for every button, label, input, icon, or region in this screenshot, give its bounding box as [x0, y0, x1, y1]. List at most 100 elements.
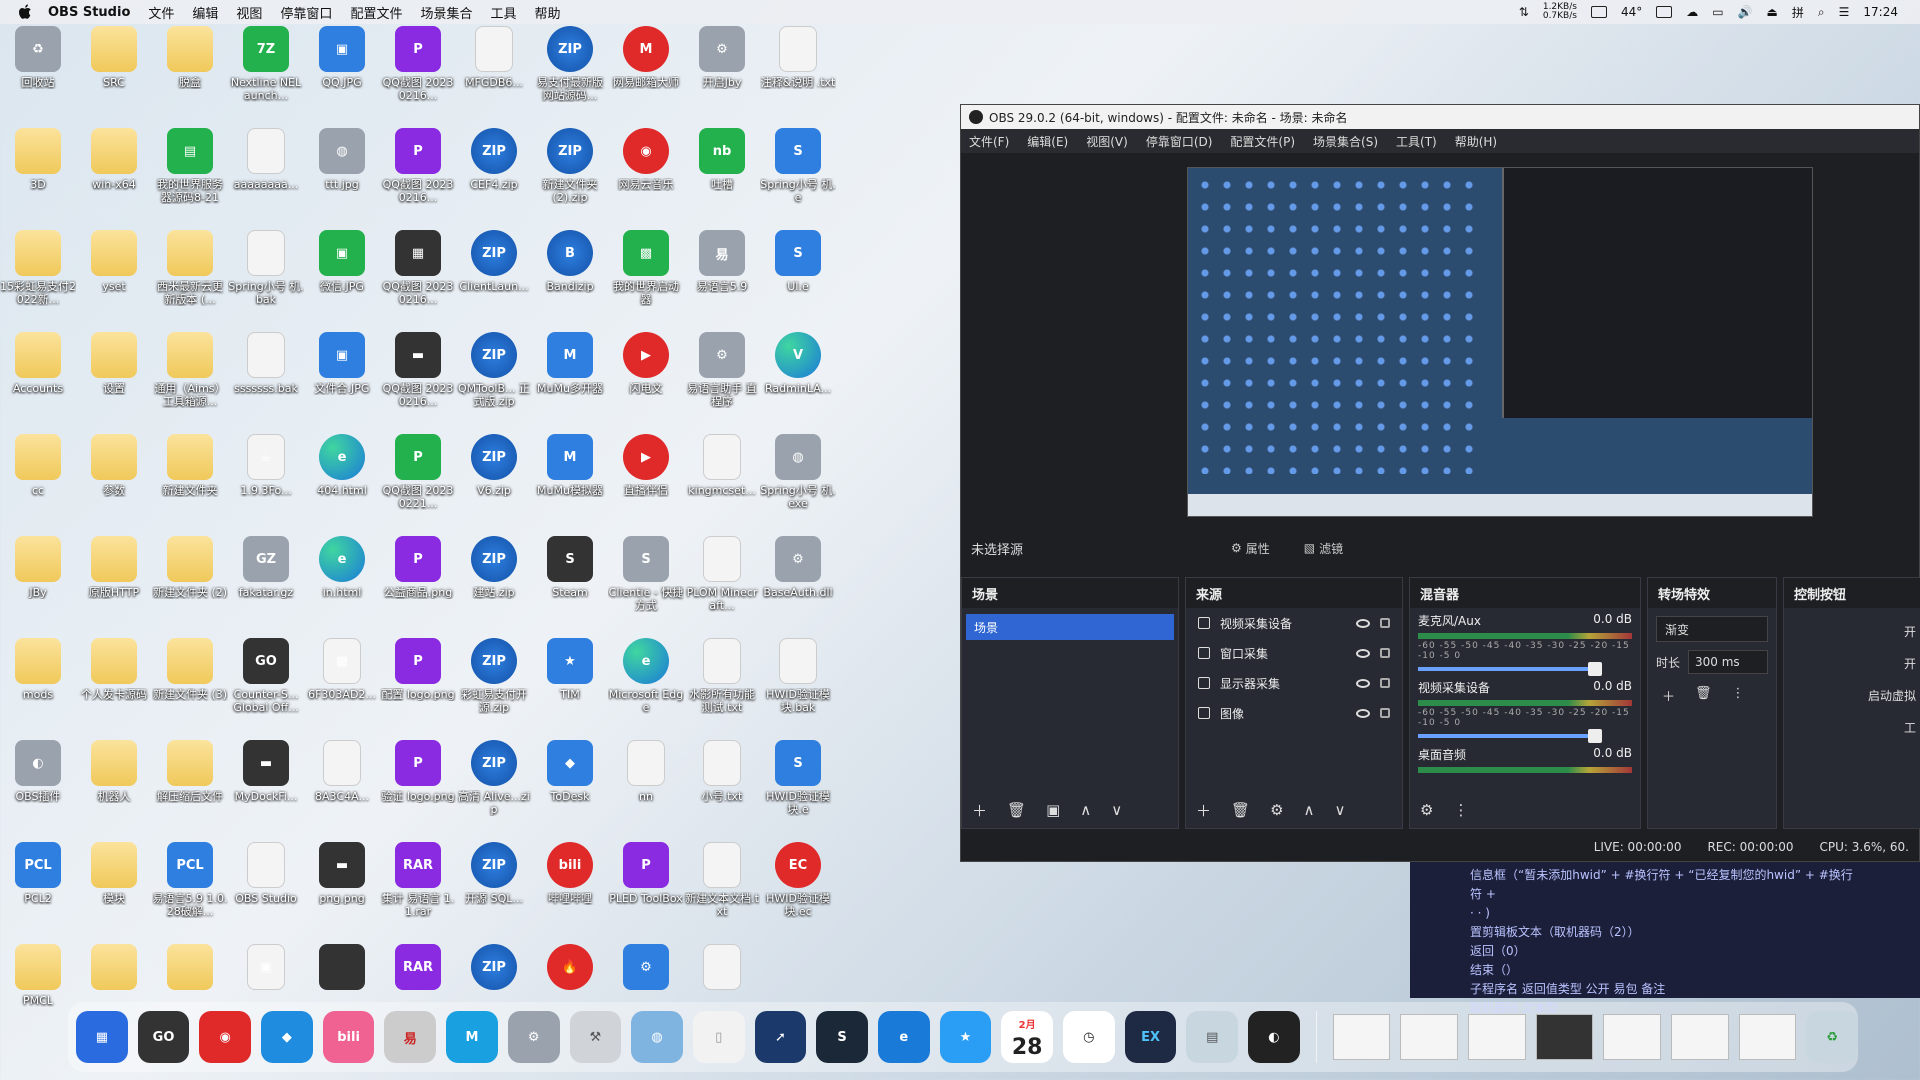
desktop-icon[interactable]: nb 吐槽 [684, 128, 760, 228]
mumu-icon[interactable]: M [446, 1011, 498, 1063]
minimized-window-thumbnail[interactable] [1400, 1014, 1459, 1060]
menu-file[interactable]: 文件 [148, 3, 174, 22]
minimized-window-thumbnail[interactable] [1671, 1014, 1729, 1060]
move-up-icon[interactable]: ∧ [1304, 801, 1315, 819]
obs-menu-tools[interactable]: 工具(T) [1396, 133, 1437, 150]
desktop-icon[interactable]: P PLED ToolBox [608, 842, 684, 942]
desktop-icon[interactable]: 新建文件夹 (2) [152, 536, 228, 636]
desktop-icon[interactable]: ▬ MyDockFi... [228, 740, 304, 840]
desktop-icon[interactable]: ◆ ToDesk [532, 740, 608, 840]
desktop-icon[interactable]: 水影所有功能测试.txt [684, 638, 760, 738]
add-source-icon[interactable]: ＋ [1196, 800, 1211, 821]
csgo-icon[interactable]: GO [137, 1011, 190, 1063]
eject-icon[interactable]: ⏏ [1767, 5, 1778, 19]
todesk-icon[interactable]: ◆ [261, 1011, 313, 1063]
desktop-icon[interactable]: e in.html [304, 536, 380, 636]
desktop-icon[interactable]: ZIP 彩虹易支付开源.zip [456, 638, 532, 738]
duration-input[interactable]: 300 ms [1688, 650, 1768, 674]
desktop-icon[interactable]: e Microsoft Edge [608, 638, 684, 738]
desktop-icon[interactable]: 西米最新云更新版本 (... [152, 230, 228, 330]
e-lang-icon[interactable]: 易 [384, 1011, 437, 1063]
desktop-icon[interactable]: 注释&说明 .txt [760, 26, 836, 126]
desktop-icon[interactable]: 通用（Aims）工具箱源... [152, 332, 228, 432]
move-down-icon[interactable]: ∨ [1335, 801, 1346, 819]
move-up-icon[interactable]: ∧ [1080, 801, 1091, 819]
desktop-icon[interactable]: ZIP 开源 SQL... [456, 842, 532, 942]
desktop-icon[interactable]: ZIP 新建文件夹 (2).zip [532, 128, 608, 228]
desktop-icon[interactable]: mods [0, 638, 76, 738]
desktop-icon[interactable]: PCL 易语言5.9 1.0.28破解... [152, 842, 228, 942]
blank-doc-icon[interactable]: ▯ [692, 1011, 745, 1063]
source-item-window-capture[interactable]: 窗口采集 [1186, 638, 1402, 668]
obs-menu-profile[interactable]: 配置文件(P) [1230, 133, 1295, 150]
desktop-icon[interactable]: ♻ 回收站 [0, 26, 76, 126]
desktop-icon[interactable]: PLOM Minecraft... [684, 536, 760, 636]
desktop-icon[interactable]: ☕ 1.9.3Fo... [228, 434, 304, 534]
preview-icon[interactable]: ◍ [631, 1011, 683, 1063]
desktop-icon[interactable]: ▶ 闪电文 [608, 332, 684, 432]
source-item-image[interactable]: 图像 [1186, 698, 1402, 728]
lock-icon[interactable] [1380, 618, 1390, 628]
netease-music-icon[interactable]: ◉ [199, 1011, 252, 1063]
visibility-eye-icon[interactable] [1356, 648, 1370, 658]
desktop-icon[interactable]: ▣ 微信.JPG [304, 230, 380, 330]
cloud-icon[interactable]: ☁ [1686, 5, 1698, 19]
desktop-icon[interactable]: Spring小号 机.bak [228, 230, 304, 330]
desktop-icon[interactable]: ZIP 建站.zip [456, 536, 532, 636]
desktop-icon[interactable]: 8A3C4A... [304, 740, 380, 840]
desktop-icon[interactable]: nn [608, 740, 684, 840]
desktop-icon[interactable]: ⚙ 开启Jby [684, 26, 760, 126]
desktop-icon[interactable]: M 网易邮箱大师 [608, 26, 684, 126]
transition-select[interactable]: 渐变 [1656, 616, 1768, 642]
move-down-icon[interactable]: ∨ [1111, 801, 1122, 819]
desktop-icon[interactable]: ZIP CEF4.zip [456, 128, 532, 228]
desktop-icon[interactable]: cc [0, 434, 76, 534]
desktop-icon[interactable]: 原版HTTP [76, 536, 152, 636]
desktop-icon[interactable]: M MuMu多开器 [532, 332, 608, 432]
desktop-icon[interactable]: S HWID验证模块.e [760, 740, 836, 840]
clock-icon[interactable]: ◷ [1063, 1011, 1115, 1063]
desktop-icon[interactable]: ◐ OBS插件 [0, 740, 76, 840]
desktop-icon[interactable]: ZIP QMToolB... 正式版.zip [456, 332, 532, 432]
desktop-icon[interactable]: ▦ QQ截图 20230216... [380, 230, 456, 330]
lock-icon[interactable] [1380, 648, 1390, 658]
desktop-icon[interactable]: Accounts [0, 332, 76, 432]
active-app-name[interactable]: OBS Studio [48, 5, 130, 20]
desktop-icon[interactable]: 易易语言5.9 [684, 230, 760, 330]
minimized-window-thumbnail[interactable] [1738, 1014, 1797, 1060]
minimized-window-thumbnail[interactable] [1603, 1014, 1662, 1060]
trash-icon[interactable]: ♻ [1806, 1011, 1859, 1063]
menu-help[interactable]: 帮助 [534, 3, 560, 22]
desktop-icon[interactable]: aaaaaaaa... [228, 128, 304, 228]
desktop-icon[interactable]: GO Counter-S... Global Off... [228, 638, 304, 738]
transition-menu-icon[interactable]: ⋮ [1732, 686, 1745, 705]
obs-menu-file[interactable]: 文件(F) [969, 133, 1009, 150]
desktop-icon[interactable]: P QQ截图 20230221... [380, 434, 456, 534]
desktop-icon[interactable]: SRC [76, 26, 152, 126]
menu-edit[interactable]: 编辑 [192, 3, 218, 22]
desktop-icon[interactable]: ▶ 直播伴侣 [608, 434, 684, 534]
desktop-icon[interactable]: ▬ QQ截图 20230216... [380, 332, 456, 432]
desktop-icon[interactable]: ▤ 我的世界服务器源码8-21 [152, 128, 228, 228]
source-properties-icon[interactable]: ⚙ [1270, 801, 1283, 819]
volume-slider[interactable] [1418, 729, 1602, 743]
obs-menu-docks[interactable]: 停靠窗口(D) [1146, 133, 1213, 150]
menu-scene-collection[interactable]: 场景集合 [420, 3, 472, 22]
calendar-icon[interactable]: 2月 28 [1001, 1011, 1053, 1063]
desktop-icon[interactable]: 新建文件夹 [152, 434, 228, 534]
desktop-icon[interactable]: ⚙ 易语言助手 直程序 [684, 332, 760, 432]
desktop-icon[interactable]: 机器人 [76, 740, 152, 840]
volume-slider[interactable] [1418, 662, 1602, 676]
desktop-icon[interactable]: ZIP 高清 Alive...zip [456, 740, 532, 840]
tim-icon[interactable]: ★ [939, 1011, 992, 1063]
obs-preview[interactable] [1187, 167, 1813, 517]
desktop-icon[interactable]: 小号.txt [684, 740, 760, 840]
minimized-window-thumbnail[interactable] [1332, 1014, 1391, 1060]
desktop-icon[interactable]: P QQ截图 20230216... [380, 26, 456, 126]
scene-list-item[interactable]: 场景 [966, 614, 1174, 640]
desktop-icon[interactable]: S Steam [532, 536, 608, 636]
desktop-icon[interactable]: 模块 [76, 842, 152, 942]
desktop-icon[interactable]: 设置 [76, 332, 152, 432]
temperature[interactable]: 44° [1621, 5, 1642, 19]
desktop-icon[interactable]: JBy [0, 536, 76, 636]
